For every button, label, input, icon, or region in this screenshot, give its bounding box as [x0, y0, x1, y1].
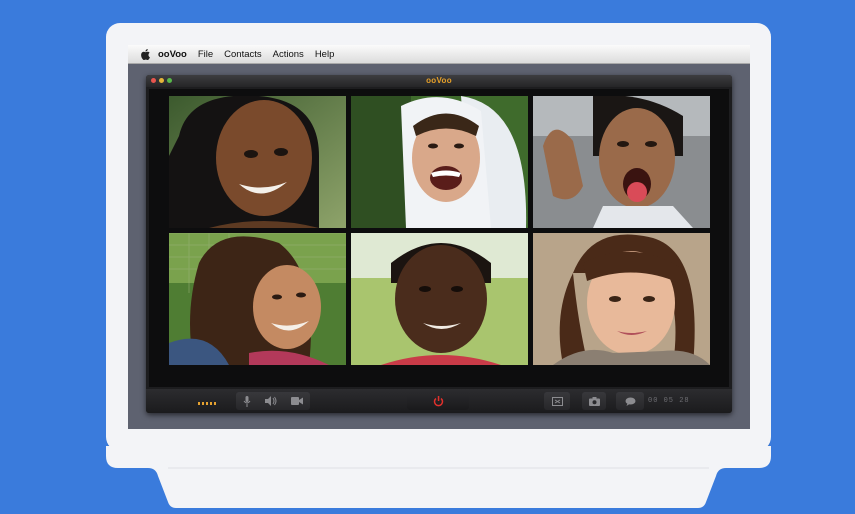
monitor-stand — [106, 446, 771, 514]
screen-share-icon — [551, 396, 563, 406]
camera-icon[interactable] — [291, 397, 303, 405]
chat-icon — [625, 397, 636, 406]
speaker-icon[interactable] — [265, 396, 277, 406]
menu-contacts[interactable]: Contacts — [224, 49, 262, 60]
video-tile[interactable] — [169, 233, 346, 365]
window-titlebar[interactable]: ooVoo — [146, 75, 732, 87]
video-tile[interactable] — [533, 96, 710, 228]
oovoo-app-window: ooVoo 00 05 28 — [146, 75, 732, 413]
menu-file[interactable]: File — [198, 49, 213, 60]
call-control-bar: 00 05 28 — [146, 389, 732, 413]
menu-bar: ooVoo File Contacts Actions Help — [128, 45, 750, 64]
end-call-button[interactable] — [407, 392, 469, 410]
menu-actions[interactable]: Actions — [273, 49, 304, 60]
video-tile[interactable] — [533, 233, 710, 365]
snapshot-icon — [588, 396, 600, 406]
audio-video-button-group — [236, 392, 310, 410]
snapshot-button[interactable] — [582, 392, 606, 410]
video-tile[interactable] — [351, 96, 528, 228]
call-timer: 00 05 28 — [648, 397, 690, 405]
window-title-logo: ooVoo — [426, 76, 452, 85]
volume-meter — [198, 402, 216, 405]
menu-app-name[interactable]: ooVoo — [158, 49, 187, 60]
screen: ooVoo File Contacts Actions Help ooVoo 0… — [128, 45, 750, 429]
video-tile[interactable] — [351, 233, 528, 365]
video-grid — [149, 89, 729, 387]
menu-help[interactable]: Help — [315, 49, 335, 60]
microphone-icon[interactable] — [243, 395, 251, 407]
chat-button[interactable] — [616, 392, 644, 410]
screen-share-button[interactable] — [544, 392, 570, 410]
apple-logo-icon[interactable] — [140, 48, 151, 60]
power-icon — [433, 395, 444, 407]
video-tile[interactable] — [169, 96, 346, 228]
